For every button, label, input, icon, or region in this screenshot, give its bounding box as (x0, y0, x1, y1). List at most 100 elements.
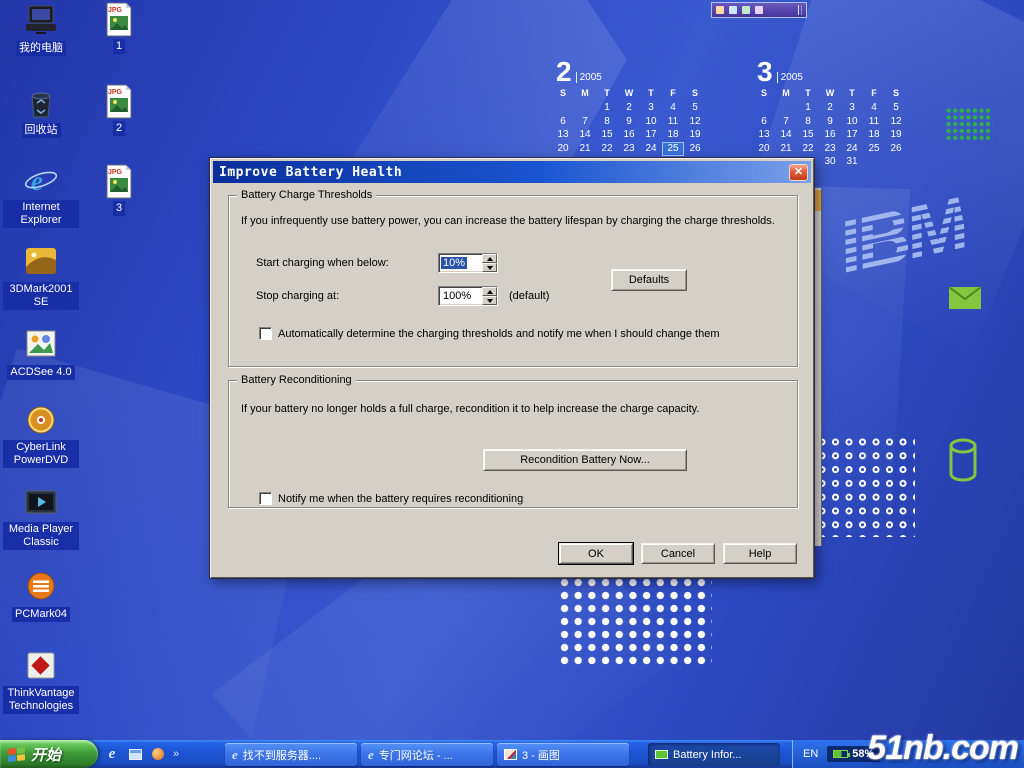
jpg-file-icon: JPG (101, 84, 137, 118)
battery-charge-thresholds-group: Battery Charge Thresholds If you infrequ… (228, 195, 798, 367)
jpg-file-icon: JPG (101, 164, 137, 198)
calendar-day: 11 (863, 116, 885, 130)
show-desktop-icon[interactable] (127, 746, 143, 762)
calendar-day (574, 102, 596, 116)
volume-icon[interactable] (716, 6, 724, 14)
help-button[interactable]: Help (723, 543, 797, 564)
desktop-icon-powerdvd[interactable]: CyberLink PowerDVD (2, 404, 80, 468)
calendar-year: 2005 (576, 72, 602, 83)
calendar-year: 2005 (777, 72, 803, 83)
spin-down-icon[interactable] (482, 296, 497, 305)
recondition-battery-button[interactable]: Recondition Battery Now... (483, 449, 687, 471)
calendar-day: 15 (596, 129, 618, 143)
icon-label: 我的电脑 (16, 41, 66, 56)
start-charging-value[interactable]: 10% (441, 257, 467, 269)
dot-grid-pattern (560, 578, 712, 668)
icon-label: ACDSee 4.0 (7, 365, 74, 380)
calendar-day: 26 (885, 143, 907, 157)
options-icon[interactable] (755, 6, 763, 14)
calendar-day: 13 (753, 129, 775, 143)
calendar-weekday: M (775, 88, 797, 101)
dialog-title: Improve Battery Health (219, 165, 402, 180)
desktop-file-jpg-3[interactable]: JPG 3 (80, 164, 158, 216)
calendar-day: 22 (596, 143, 618, 157)
dialog-titlebar[interactable]: Improve Battery Health ✕ (213, 161, 811, 183)
start-charging-spinner[interactable]: 10% (438, 253, 498, 273)
language-bar[interactable] (711, 2, 807, 18)
stop-charging-value[interactable]: 100% (441, 290, 473, 302)
improve-battery-health-dialog: Improve Battery Health ✕ Battery Charge … (210, 158, 814, 578)
language-indicator[interactable]: EN (803, 748, 818, 760)
thinkvantage-icon (23, 650, 59, 684)
pen-icon[interactable] (729, 6, 737, 14)
desktop-icon-recycle-bin[interactable]: 回收站 (2, 86, 80, 138)
chevron-icon[interactable]: » (173, 748, 179, 760)
calendar-day: 23 (819, 143, 841, 157)
cancel-button[interactable]: Cancel (641, 543, 715, 564)
calendar-day: 21 (574, 143, 596, 157)
auto-determine-checkbox[interactable] (259, 327, 272, 340)
calendar-weekday: S (552, 88, 574, 101)
spin-down-icon[interactable] (482, 263, 497, 272)
desktop-icon-acdsee[interactable]: ACDSee 4.0 (2, 328, 80, 380)
calendar-day: 14 (574, 129, 596, 143)
desktop-icon-thinkvantage[interactable]: ThinkVantage Technologies (2, 650, 80, 714)
icon-label: Media Player Classic (3, 522, 79, 550)
media-player-quicklaunch-icon[interactable] (150, 746, 166, 762)
desktop-icon-3dmark2001[interactable]: 3DMark2001 SE (2, 246, 80, 310)
ring-grid-pattern (818, 438, 915, 537)
calendar-day: 9 (819, 116, 841, 130)
close-icon[interactable]: ✕ (789, 164, 808, 181)
internet-explorer-icon: e (23, 164, 59, 198)
internet-explorer-quicklaunch-icon[interactable]: e (104, 746, 120, 762)
task-button-paint[interactable]: 3 - 画图 (497, 743, 629, 766)
calendar-day: 2 (618, 102, 640, 116)
ok-button[interactable]: OK (559, 543, 633, 564)
toolbar-grip[interactable] (798, 5, 802, 15)
start-label: 开始 (31, 744, 61, 765)
calendar-day: 21 (775, 143, 797, 157)
start-charging-label: Start charging when below: (256, 257, 389, 269)
calendar-day: 7 (775, 116, 797, 130)
calendar-day: 5 (885, 102, 907, 116)
start-button[interactable]: 开始 (0, 740, 98, 768)
calendar-day: 26 (684, 143, 706, 157)
calendar-weekday: S (885, 88, 907, 101)
calendar-day: 13 (552, 129, 574, 143)
desktop-icon-my-computer[interactable]: 我的电脑 (2, 4, 80, 56)
calendar-month-header: 2 2005 (552, 54, 708, 86)
calendar-day: 14 (775, 129, 797, 143)
task-button-ie-2[interactable]: e 专门网论坛 - ... (361, 743, 493, 766)
task-button-battery-information[interactable]: Battery Infor... (648, 743, 780, 766)
group-label: Battery Reconditioning (237, 374, 356, 386)
calendar-day: 22 (797, 143, 819, 157)
svg-text:JPG: JPG (108, 7, 123, 14)
task-button-ie-1[interactable]: e 找不到服务器.... (225, 743, 357, 766)
calendar-day: 17 (640, 129, 662, 143)
calendar-month-header: 3 2005 (753, 54, 909, 86)
defaults-button[interactable]: Defaults (611, 269, 687, 291)
spin-up-icon[interactable] (482, 254, 497, 263)
desktop-icon-pcmark04[interactable]: PCMark04 (2, 570, 80, 622)
desktop-file-jpg-2[interactable]: JPG 2 (80, 84, 158, 136)
quick-launch: e » (104, 744, 179, 764)
desktop-icon-media-player-classic[interactable]: Media Player Classic (2, 486, 80, 550)
stop-charging-spinner[interactable]: 100% (438, 286, 498, 306)
mail-envelope-icon (948, 286, 982, 310)
icon-label: Internet Explorer (3, 200, 79, 228)
media-player-classic-icon (23, 486, 59, 520)
calendar-day: 12 (885, 116, 907, 130)
notify-reconditioning-checkbox-row: Notify me when the battery requires reco… (259, 492, 523, 505)
calendar-day: 18 (662, 129, 684, 143)
notify-reconditioning-checkbox[interactable] (259, 492, 272, 505)
keyboard-icon[interactable] (742, 6, 750, 14)
calendar-weekday: T (841, 88, 863, 101)
calendar-day: 18 (863, 129, 885, 143)
calendar-weekday: M (574, 88, 596, 101)
desktop-file-jpg-1[interactable]: JPG 1 (80, 2, 158, 54)
calendar-day: 1 (797, 102, 819, 116)
desktop-icon-internet-explorer[interactable]: e Internet Explorer (2, 164, 80, 228)
acdsee-icon (23, 328, 59, 362)
spin-up-icon[interactable] (482, 287, 497, 296)
calendar-weekday: S (753, 88, 775, 101)
